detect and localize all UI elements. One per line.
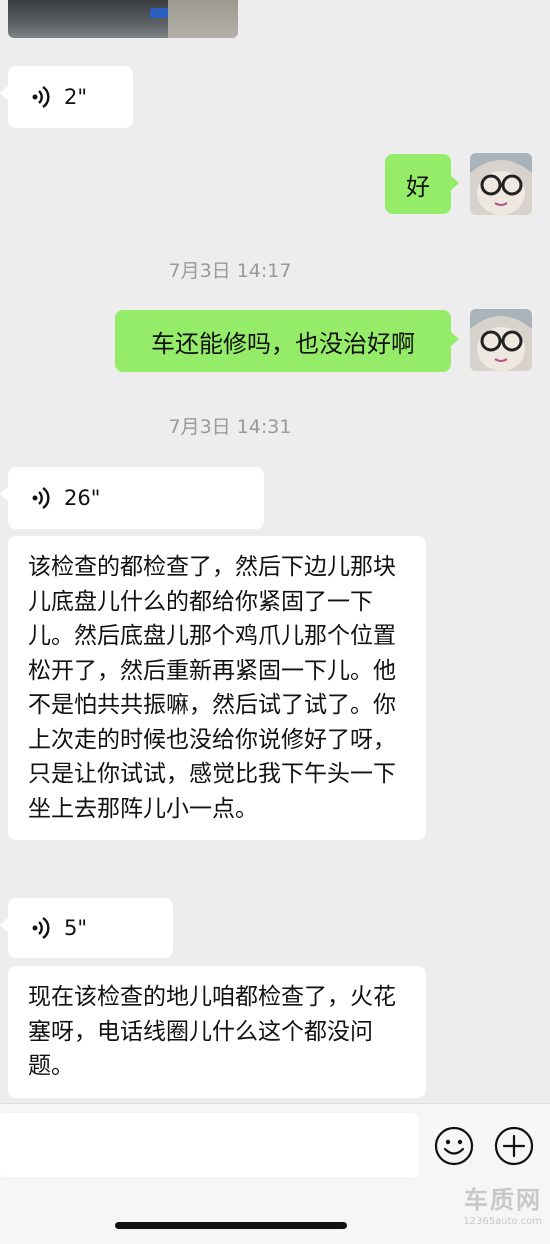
timestamp: 7月3日 14:31	[168, 416, 292, 438]
incoming-message[interactable]: 该检查的都检查了，然后下边儿那块儿底盘儿什么的都给你紧固了一下儿。然后底盘儿那个…	[8, 536, 426, 840]
voice-duration: 2"	[64, 85, 88, 109]
message-text: 车还能修吗，也没治好啊	[151, 329, 415, 358]
voice-message[interactable]: 5"	[0, 898, 173, 958]
incoming-message[interactable]: 现在该检查的地儿咱都检查了，火花塞呀，电话线圈儿什么这个都没问题。	[8, 966, 426, 1098]
image-message-fragment[interactable]	[8, 0, 238, 38]
watermark-brand: 车质网	[464, 1186, 542, 1214]
home-indicator[interactable]	[115, 1222, 347, 1229]
image-ground	[168, 0, 238, 38]
voice-wave-icon	[32, 487, 50, 509]
message-text: 好	[406, 172, 430, 201]
message-text: 现在该检查的地儿咱都检查了，火花塞呀，电话线圈儿什么这个都没问题。	[28, 984, 396, 1079]
avatar-image	[470, 309, 532, 371]
avatar[interactable]	[470, 309, 532, 371]
plus-circle-icon[interactable]	[494, 1126, 534, 1166]
voice-wave-icon	[32, 86, 50, 108]
watermark-url: 12365auto.com	[463, 1216, 542, 1227]
timestamp: 7月3日 14:17	[168, 260, 292, 282]
avatar[interactable]	[470, 153, 532, 215]
voice-duration: 26"	[64, 486, 101, 510]
voice-message[interactable]: 26"	[0, 467, 264, 529]
outgoing-message[interactable]: 车还能修吗，也没治好啊	[115, 310, 459, 372]
voice-message[interactable]: 2"	[0, 66, 133, 128]
voice-duration: 5"	[64, 916, 88, 940]
message-text: 该检查的都检查了，然后下边儿那块儿底盘儿什么的都给你紧固了一下儿。然后底盘儿那个…	[28, 554, 396, 822]
message-input[interactable]	[0, 1113, 418, 1177]
avatar-image	[470, 153, 532, 215]
watermark: 车质网 12365auto.com	[463, 1186, 542, 1233]
outgoing-message[interactable]: 好	[385, 154, 459, 214]
smiley-icon[interactable]	[434, 1126, 474, 1166]
voice-wave-icon	[32, 917, 50, 939]
license-plate	[150, 8, 170, 18]
